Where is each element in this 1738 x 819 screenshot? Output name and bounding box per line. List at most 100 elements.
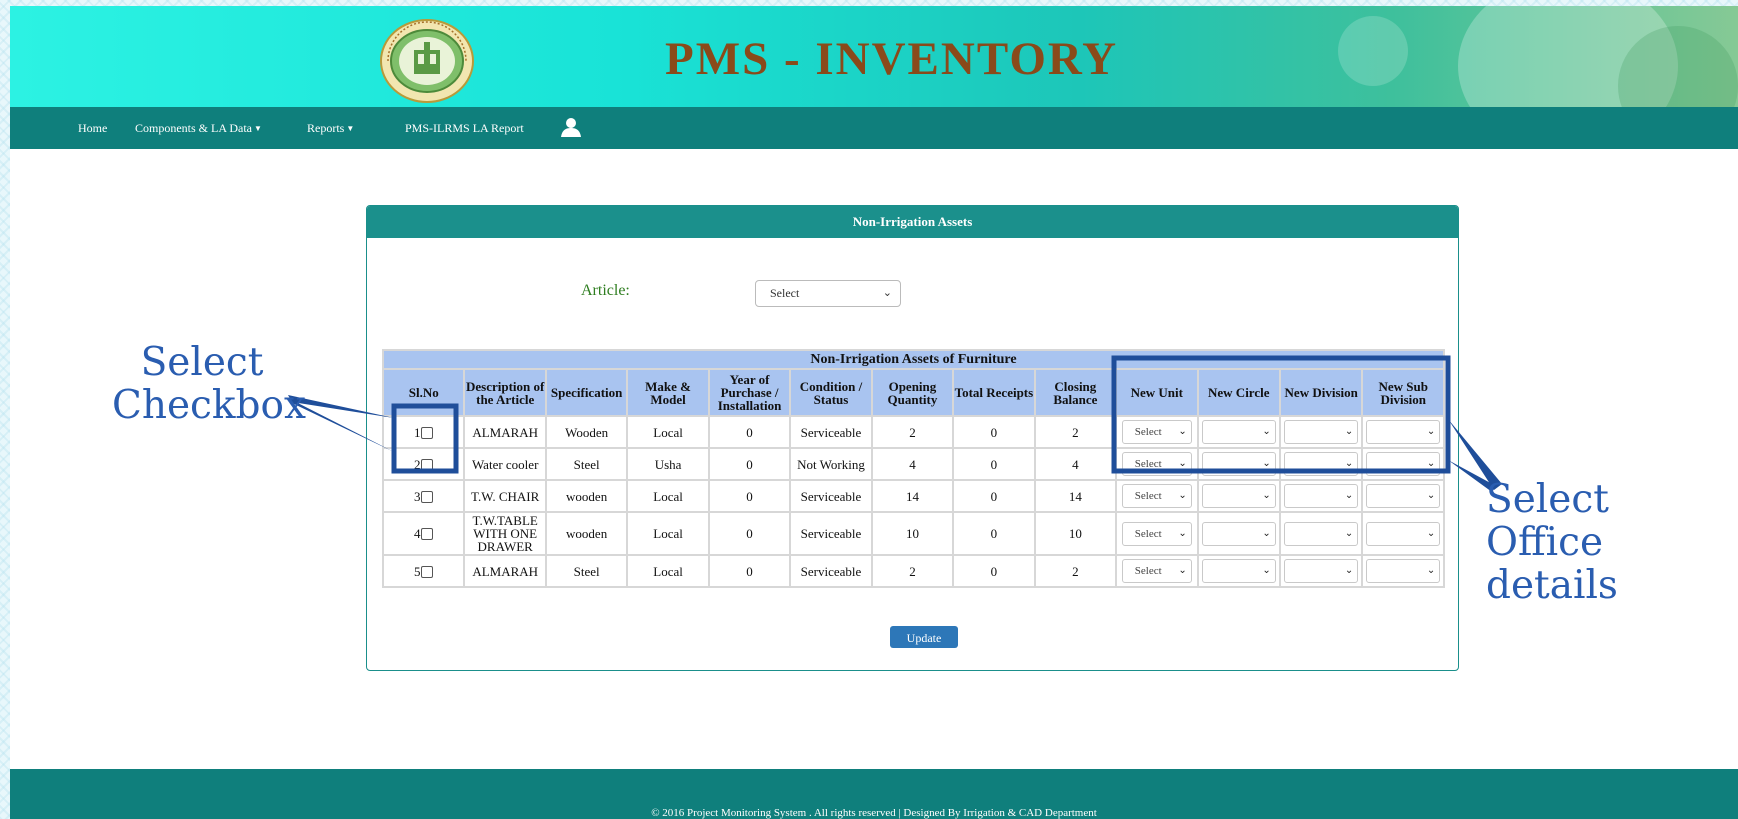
cell-condition: Serviceable <box>789 415 873 449</box>
nav-home-label: Home <box>78 121 108 135</box>
new-division-select[interactable]: ⌄ <box>1284 559 1359 583</box>
new-division-select[interactable]: ⌄ <box>1284 484 1359 508</box>
new-unit-select[interactable]: Select ⌄ <box>1121 521 1192 546</box>
row-checkbox[interactable] <box>421 528 434 540</box>
row-checkbox[interactable] <box>421 458 434 471</box>
cell-year: 0 <box>707 479 792 513</box>
cell-new-circle: ⌄ <box>1196 554 1281 588</box>
nav-reports[interactable]: Reports ▼ <box>307 121 354 136</box>
nav-pms-ilrms-la-report[interactable]: PMS-ILRMS LA Report <box>405 121 524 136</box>
update-button[interactable]: Update <box>890 626 958 648</box>
chevron-down-icon: ⌄ <box>1344 426 1354 437</box>
cell-desc: Water cooler <box>463 447 547 481</box>
new-unit-select[interactable]: Select ⌄ <box>1121 452 1192 476</box>
non-irrigation-assets-panel: Non-Irrigation Assets Article: Select ⌄ … <box>366 205 1459 671</box>
select-value: Select <box>1134 426 1162 438</box>
cell-new-sub-division: ⌄ <box>1361 447 1445 481</box>
chevron-down-icon: ⌄ <box>1344 458 1354 469</box>
cell-spec: Wooden <box>544 415 629 449</box>
cell-new-circle: ⌄ <box>1196 447 1281 481</box>
new-circle-select[interactable]: ⌄ <box>1201 521 1276 546</box>
new-sub-division-select[interactable]: ⌄ <box>1366 521 1441 546</box>
col-header: Total Receipts <box>952 368 1036 417</box>
cell-year: 0 <box>707 554 792 588</box>
cell-receipts: 0 <box>952 511 1036 556</box>
table-row: 3 T.W. CHAIR wooden Local 0 Serviceable … <box>381 479 1445 513</box>
chevron-down-icon: ⌄ <box>1344 565 1354 576</box>
row-checkbox[interactable] <box>421 426 434 439</box>
col-header: Make & Model <box>626 368 710 417</box>
cell-make: Local <box>626 479 710 513</box>
new-unit-select[interactable]: Select ⌄ <box>1121 559 1192 583</box>
new-unit-select[interactable]: Select ⌄ <box>1121 420 1192 444</box>
cell-closing: 14 <box>1033 479 1118 513</box>
footer: © 2016 Project Monitoring System . All r… <box>10 769 1738 819</box>
table-row: 5 ALMARAH Steel Local 0 Serviceable 2 0 … <box>381 554 1445 588</box>
site-title: PMS - INVENTORY <box>665 33 1119 85</box>
article-select-value: Select <box>770 286 800 300</box>
cell-new-unit: Select ⌄ <box>1115 447 1199 481</box>
new-division-select[interactable]: ⌄ <box>1284 452 1359 476</box>
chevron-down-icon: ⌄ <box>1426 458 1436 469</box>
chevron-down-icon: ⌄ <box>1178 565 1187 576</box>
chevron-down-icon: ⌄ <box>882 287 892 299</box>
col-header: Opening Quantity <box>870 368 955 417</box>
new-circle-select[interactable]: ⌄ <box>1201 484 1276 508</box>
chevron-down-icon: ⌄ <box>1178 490 1187 501</box>
cell-new-circle: ⌄ <box>1196 511 1281 556</box>
chevron-down-icon: ⌄ <box>1344 490 1354 501</box>
cell-desc: ALMARAH <box>463 415 547 449</box>
new-circle-select[interactable]: ⌄ <box>1201 420 1276 444</box>
user-icon[interactable] <box>560 116 582 138</box>
new-sub-division-select[interactable]: ⌄ <box>1366 420 1441 444</box>
nav-components-la-data[interactable]: Components & LA Data ▼ <box>135 121 262 136</box>
cell-spec: Steel <box>544 554 629 588</box>
chevron-down-icon: ⌄ <box>1426 426 1436 437</box>
slno-value: 3 <box>413 488 421 504</box>
main-navbar: Home Components & LA Data ▼ Reports ▼ PMS-… <box>10 107 1738 149</box>
nav-home[interactable]: Home <box>78 121 107 136</box>
new-circle-select[interactable]: ⌄ <box>1201 452 1276 476</box>
new-sub-division-select[interactable]: ⌄ <box>1366 484 1441 508</box>
caret-down-icon: ▼ <box>254 124 262 133</box>
new-division-select[interactable]: ⌄ <box>1284 420 1359 444</box>
cell-desc: T.W. CHAIR <box>463 479 547 513</box>
slno-value: 4 <box>413 526 421 541</box>
cell-opening: 2 <box>870 415 955 449</box>
cell-new-sub-division: ⌄ <box>1361 415 1445 449</box>
new-circle-select[interactable]: ⌄ <box>1201 559 1276 583</box>
slno-value: 5 <box>413 563 421 579</box>
cell-make: Local <box>626 511 710 556</box>
footer-text: © 2016 Project Monitoring System . All r… <box>651 807 1097 819</box>
cell-closing: 4 <box>1033 447 1118 481</box>
chevron-down-icon: ⌄ <box>1262 490 1271 501</box>
col-header: New Sub Division <box>1361 368 1445 417</box>
new-sub-division-select[interactable]: ⌄ <box>1366 452 1441 476</box>
cell-receipts: 0 <box>952 554 1036 588</box>
cell-desc: ALMARAH <box>463 554 547 588</box>
cell-opening: 2 <box>870 554 955 588</box>
new-division-select[interactable]: ⌄ <box>1284 521 1359 546</box>
new-unit-select[interactable]: Select ⌄ <box>1121 484 1192 508</box>
cell-new-division: ⌄ <box>1278 511 1364 556</box>
cell-year: 0 <box>707 415 792 449</box>
col-header: Condition / Status <box>789 368 873 417</box>
cell-slno: 3 <box>381 479 466 513</box>
article-select[interactable]: Select ⌄ <box>755 280 901 307</box>
cell-make: Local <box>626 415 710 449</box>
row-checkbox[interactable] <box>421 490 434 503</box>
cell-new-circle: ⌄ <box>1196 479 1281 513</box>
chevron-down-icon: ⌄ <box>1262 426 1271 437</box>
row-checkbox[interactable] <box>421 565 434 578</box>
new-sub-division-select[interactable]: ⌄ <box>1366 559 1441 583</box>
chevron-down-icon: ⌄ <box>1178 426 1187 437</box>
chevron-down-icon: ⌄ <box>1178 458 1187 469</box>
cell-make: Local <box>626 554 710 588</box>
cell-opening: 10 <box>870 511 955 556</box>
cell-condition: Serviceable <box>789 554 873 588</box>
cell-slno: 1 <box>381 415 466 449</box>
select-checkbox-callout: Select Checkbox <box>112 340 306 428</box>
cell-slno: 4 <box>381 511 466 556</box>
table-caption: Non-Irrigation Assets of Furniture <box>382 349 1445 370</box>
cell-new-division: ⌄ <box>1278 479 1364 513</box>
